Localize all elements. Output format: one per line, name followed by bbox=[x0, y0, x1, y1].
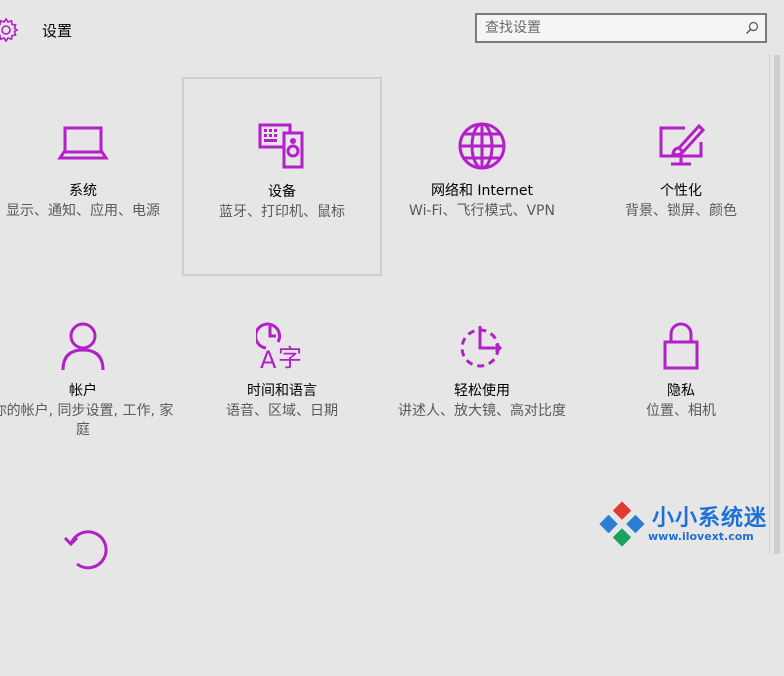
ease-of-access-icon bbox=[460, 326, 503, 368]
header: 设置 bbox=[0, 0, 784, 60]
watermark-text: 小小系统迷 bbox=[652, 506, 768, 531]
tile-description: Wi-Fi、飞行模式、VPN bbox=[409, 203, 555, 219]
search-input[interactable] bbox=[485, 19, 735, 37]
tile-description: 蓝牙、打印机、鼠标 bbox=[219, 204, 345, 220]
search-icon[interactable] bbox=[745, 21, 759, 35]
tile-name: 设备 bbox=[268, 184, 296, 200]
devices-icon bbox=[258, 123, 304, 169]
tile-name: 隐私 bbox=[667, 383, 695, 399]
globe-icon bbox=[458, 122, 506, 170]
tile-name: 网络和 Internet bbox=[430, 183, 534, 199]
update-icon bbox=[63, 530, 108, 570]
watermark-logo-icon bbox=[599, 501, 645, 547]
laptop-icon bbox=[57, 126, 109, 160]
tile-devices[interactable]: 设备 蓝牙、打印机、鼠标 bbox=[182, 77, 382, 276]
tile-system[interactable]: 系统 显示、通知、应用、电源 bbox=[0, 78, 182, 276]
tile-update-security[interactable] bbox=[0, 478, 182, 676]
watermark-url: www.ilovext.com bbox=[648, 530, 754, 543]
tile-network[interactable]: 网络和 Internet Wi-Fi、飞行模式、VPN bbox=[383, 78, 581, 276]
tile-description: 显示、通知、应用、电源 bbox=[6, 203, 160, 219]
search-box[interactable] bbox=[475, 13, 767, 43]
tile-description: 背景、锁屏、颜色 bbox=[625, 203, 737, 219]
svg-text:字: 字 bbox=[278, 344, 302, 372]
tile-name: 帐户 bbox=[69, 383, 97, 399]
lock-icon bbox=[663, 322, 699, 370]
tile-name: 轻松使用 bbox=[454, 383, 510, 399]
svg-text:A: A bbox=[260, 346, 277, 372]
watermark: 小小系统迷 www.ilovext.com bbox=[594, 494, 784, 554]
time-language-icon: A 字 bbox=[256, 322, 302, 372]
tile-name: 个性化 bbox=[660, 183, 702, 199]
personalization-icon bbox=[659, 123, 706, 166]
gear-icon bbox=[0, 17, 19, 43]
tile-description: 你的帐户, 同步设置, 工作, 家庭 bbox=[0, 403, 174, 438]
tile-time-language[interactable]: A 字 时间和语言 语音、区域、日期 bbox=[183, 278, 381, 476]
person-icon bbox=[61, 322, 105, 371]
tile-name: 系统 bbox=[69, 183, 97, 199]
tile-privacy[interactable]: 隐私 位置、相机 bbox=[582, 278, 780, 476]
tile-description: 语音、区域、日期 bbox=[226, 403, 338, 419]
tile-description: 位置、相机 bbox=[646, 403, 716, 419]
tile-ease-of-access[interactable]: 轻松使用 讲述人、放大镜、高对比度 bbox=[383, 278, 581, 476]
tile-description: 讲述人、放大镜、高对比度 bbox=[398, 403, 566, 419]
tile-name: 时间和语言 bbox=[247, 383, 317, 399]
page-title: 设置 bbox=[42, 22, 73, 40]
tile-accounts[interactable]: 帐户 你的帐户, 同步设置, 工作, 家庭 bbox=[0, 278, 182, 476]
tile-personalization[interactable]: 个性化 背景、锁屏、颜色 bbox=[582, 78, 780, 276]
